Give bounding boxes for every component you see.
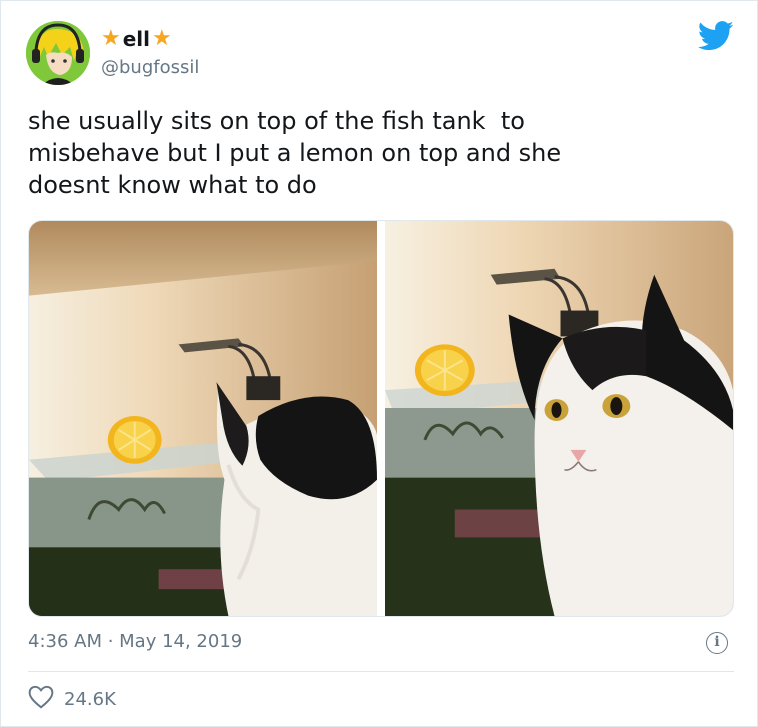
avatar[interactable]	[26, 21, 90, 85]
user-handle[interactable]: @bugfossil	[101, 57, 199, 78]
display-name-text: ell	[122, 27, 151, 51]
divider	[28, 671, 734, 672]
tweet-timestamp[interactable]: 4:36 AM · May 14, 2019	[28, 631, 242, 652]
tweet-text: she usually sits on top of the fish tank…	[28, 107, 562, 199]
media-grid	[28, 220, 734, 617]
heart-icon	[28, 685, 54, 713]
star-icon: ★	[101, 26, 121, 51]
photo-cat-facing-camera[interactable]	[385, 221, 733, 616]
photo-cat-from-behind[interactable]	[29, 221, 377, 616]
like-button[interactable]: 24.6K	[28, 685, 116, 713]
star-icon: ★	[152, 26, 172, 51]
twitter-bird-icon[interactable]	[697, 21, 734, 51]
info-icon[interactable]: i	[706, 632, 728, 654]
tweet-card: ★ ell ★ @bugfossil she usually sits on t…	[0, 0, 758, 727]
display-name[interactable]: ★ ell ★	[101, 27, 172, 51]
like-count: 24.6K	[64, 688, 116, 710]
